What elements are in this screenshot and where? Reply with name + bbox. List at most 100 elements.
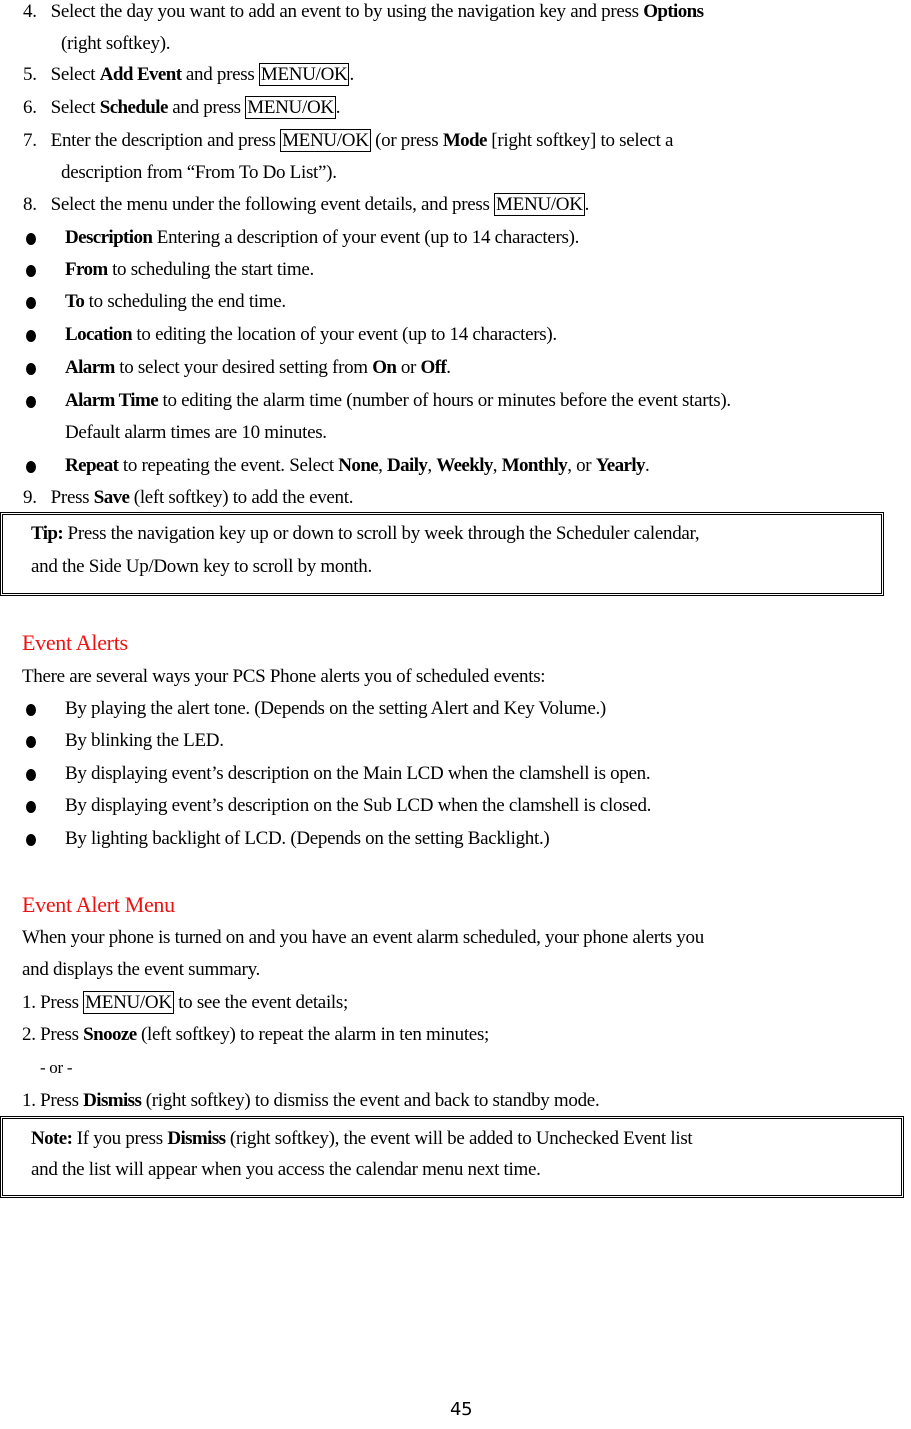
step-number: 6. [23,97,37,118]
tip-label: Tip: [31,523,64,544]
step-number: 9. [23,487,37,508]
note-box: Note: If you press Dismiss (right softke… [0,1116,904,1198]
step-5: 5. Select Add Event and press MENU/OK. [23,62,354,88]
bullet-icon [26,265,36,277]
option-monthly: Monthly [501,455,568,476]
step-text: Select [50,97,100,118]
detail-item: Alarm to select your desired setting fro… [65,355,451,381]
note-line-2: and the list will appear when you access… [31,1159,541,1180]
step-7-continuation: description from “From To Do List”). [61,162,337,183]
detail-keyword: Repeat [65,455,119,476]
step-text: 1. Press [22,1090,84,1111]
bullet-icon [26,704,36,716]
step-text: Select the menu under the following even… [50,194,495,215]
page-number: 45 [450,1399,473,1420]
step-7: 7. Enter the description and press MENU/O… [23,128,673,154]
menu-ok-key: MENU/OK [83,991,174,1014]
step-9: 9. Press Save (left softkey) to add the e… [23,485,353,511]
step-number: 4. [23,1,37,22]
detail-text: to scheduling the start time. [107,259,314,280]
detail-text: to select your desired setting from [114,357,373,378]
step-text: Enter the description and press [50,130,281,151]
bullet-icon [26,233,36,245]
alert-menu-intro-line-1: When your phone is turned on and you hav… [22,927,704,948]
detail-item: Location to editing the location of your… [65,322,557,348]
menu-ok-key: MENU/OK [494,193,585,216]
bullet-icon [26,396,36,408]
list-item: By displaying event’s description on the… [65,795,652,816]
step-text: Press [50,487,94,508]
step-keyword: Mode [442,130,488,151]
step-number: 5. [23,64,37,85]
bullet-icon [26,801,36,813]
punctuation: . [349,64,354,85]
step-number: 8. [23,194,37,215]
list-item: By playing the alert tone. (Depends on t… [65,698,606,719]
detail-text: to scheduling the end time. [84,291,286,312]
alert-menu-step-dismiss: 1. Press Dismiss (right softkey) to dism… [22,1088,600,1114]
step-keyword: Save [93,487,130,508]
step-text: (left softkey) to repeat the alarm in te… [136,1024,490,1045]
step-6: 6. Select Schedule and press MENU/OK. [23,95,341,121]
bullet-icon [26,834,36,846]
detail-keyword: Alarm [65,357,115,378]
detail-text: to editing the alarm time (number of hou… [158,390,731,411]
bullet-icon [26,330,36,342]
step-text: [right softkey] to select a [486,130,674,151]
tip-line-1: Tip: Press the navigation key up or down… [31,521,700,547]
or-separator: - or - [40,1058,73,1077]
menu-ok-key: MENU/OK [258,63,350,86]
detail-text: to editing the location of your event (u… [131,324,557,345]
step-4-continuation: (right softkey). [61,33,171,54]
step-text: and press [167,97,246,118]
step-text: 1. Press [22,992,84,1013]
menu-ok-key: MENU/OK [280,129,371,152]
option-daily: Daily [387,455,428,476]
step-text: Select the day you want to add an event … [50,1,644,22]
detail-item: Repeat to repeating the event. Select No… [65,455,650,476]
step-text: to see the event details; [173,992,348,1013]
punctuation: . [335,97,341,118]
step-text: (left softkey) to add the event. [129,487,354,508]
step-4: 4. Select the day you want to add an even… [23,0,704,25]
note-line-1: Note: If you press Dismiss (right softke… [31,1126,693,1152]
list-item: By lighting backlight of LCD. (Depends o… [65,828,550,849]
alert-menu-intro-line-2: and displays the event summary. [22,959,260,980]
bullet-icon [26,363,36,375]
detail-keyword: Location [65,324,133,345]
step-text: (or press [370,130,443,151]
detail-keyword: Alarm Time [65,390,159,411]
tip-line-2: and the Side Up/Down key to scroll by mo… [31,556,372,577]
step-keyword: Options [643,1,704,22]
detail-keyword: From [65,259,108,280]
option-off: Off [420,357,447,378]
dismiss-keyword: Dismiss [83,1090,142,1111]
note-label: Note: [31,1128,73,1149]
alert-menu-step-1: 1. Press MENU/OK to see the event detail… [22,990,348,1016]
step-text: 2. Press [22,1024,84,1045]
option-weekly: Weekly [436,455,493,476]
step-number: 7. [23,130,37,151]
list-item: By displaying event’s description on the… [65,763,651,784]
detail-item: To to scheduling the end time. [65,289,286,315]
list-item: By blinking the LED. [65,730,224,751]
detail-continuation: Default alarm times are 10 minutes. [65,422,327,443]
menu-ok-key: MENU/OK [245,96,336,119]
event-alerts-intro: There are several ways your PCS Phone al… [22,666,546,687]
bullet-icon [26,297,36,309]
option-yearly: Yearly [595,455,646,476]
punctuation: . [446,357,451,378]
detail-text: or [396,357,421,378]
bullet-icon [26,769,36,781]
tip-text: Press the navigation key up or down to s… [63,523,700,544]
step-keyword: Add Event [99,64,182,85]
step-8: 8. Select the menu under the following ev… [23,192,589,218]
alert-menu-step-2: 2. Press Snooze (left softkey) to repeat… [22,1022,489,1048]
snooze-keyword: Snooze [83,1024,137,1045]
step-text: and press [181,64,259,85]
section-heading-event-alerts: Event Alerts [22,630,128,655]
option-on: On [372,357,397,378]
section-heading-event-alert-menu: Event Alert Menu [22,892,175,917]
step-text: (right softkey) to dismiss the event and… [141,1090,600,1111]
step-text: Select [50,64,100,85]
